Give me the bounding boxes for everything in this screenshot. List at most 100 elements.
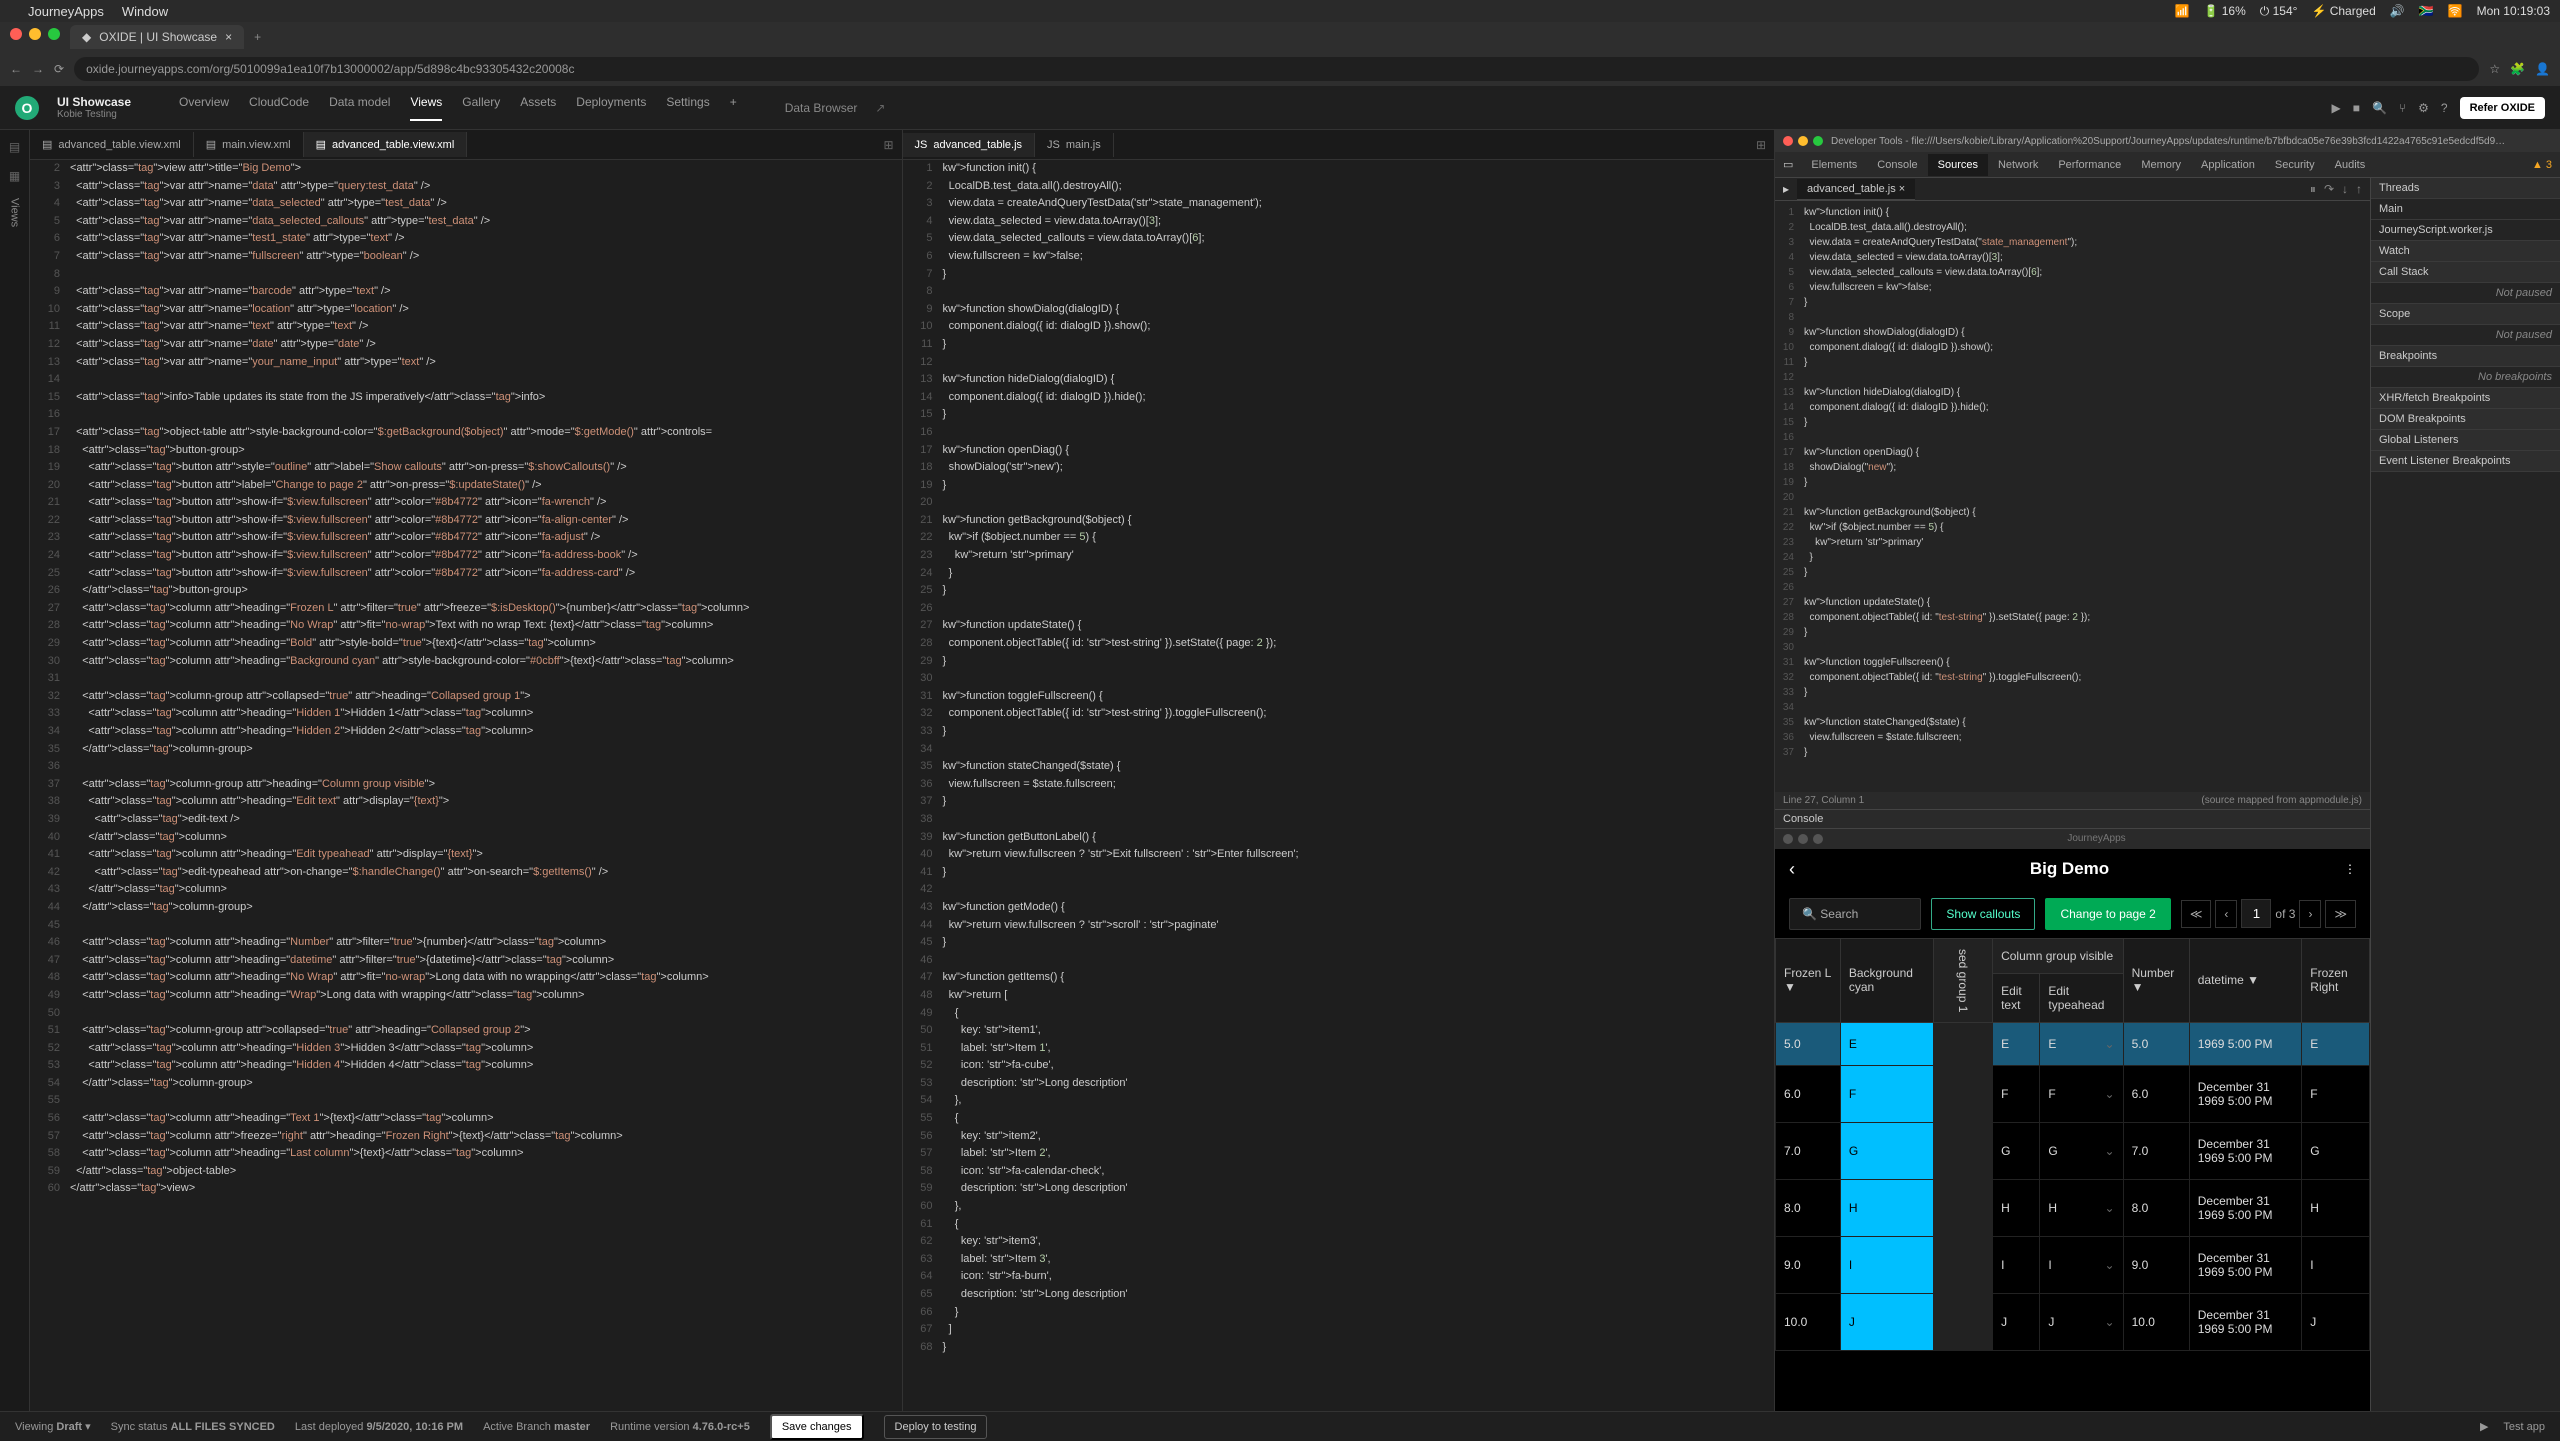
dt-tab-application[interactable]: Application: [2191, 154, 2265, 176]
thread-main[interactable]: Main: [2371, 199, 2560, 220]
app-logo-icon[interactable]: O: [15, 96, 39, 120]
next-page-icon[interactable]: ›: [2299, 900, 2321, 928]
data-table[interactable]: Frozen L ▼ Background cyan sed group 1 C…: [1775, 938, 2370, 1412]
warnings-badge[interactable]: ▲ 3: [2532, 159, 2560, 171]
filter-icon[interactable]: ▼: [2247, 973, 2259, 987]
search-icon[interactable]: 🔍: [2372, 101, 2387, 115]
save-button[interactable]: Save changes: [770, 1414, 864, 1440]
table-row[interactable]: 8.0 H H H ⌄ 8.0 December 31 1969 5:00 PM…: [1776, 1179, 2370, 1236]
dt-tab-performance[interactable]: Performance: [2048, 154, 2131, 176]
devtools-code[interactable]: 1kw">function init() {2 LocalDB.test_dat…: [1775, 201, 2370, 792]
file-tab[interactable]: ▤main.view.xml: [194, 132, 304, 157]
tab-deployments[interactable]: Deployments: [576, 95, 646, 121]
tab-views[interactable]: Views: [410, 95, 442, 121]
debug-step-icon[interactable]: ↷: [2324, 182, 2334, 197]
dt-tab-network[interactable]: Network: [1988, 154, 2048, 176]
star-icon[interactable]: ☆: [2489, 62, 2500, 76]
table-row[interactable]: 7.0 G G G ⌄ 7.0 December 31 1969 5:00 PM…: [1776, 1122, 2370, 1179]
change-page-button[interactable]: Change to page 2: [2045, 898, 2170, 930]
table-row[interactable]: 10.0 J J J ⌄ 10.0 December 31 1969 5:00 …: [1776, 1293, 2370, 1350]
page-input[interactable]: [2241, 899, 2271, 928]
col-number[interactable]: Number ▼: [2123, 938, 2189, 1022]
explorer-icon[interactable]: ▤: [9, 140, 20, 154]
dt-file-tab[interactable]: advanced_table.js ×: [1797, 179, 1915, 200]
section-event[interactable]: Event Listener Breakpoints: [2371, 451, 2560, 472]
close-tab-icon[interactable]: ×: [225, 30, 232, 44]
show-callouts-button[interactable]: Show callouts: [1931, 898, 2035, 930]
maximize-icon[interactable]: [48, 28, 60, 40]
section-dom[interactable]: DOM Breakpoints: [2371, 409, 2560, 430]
browser-tab[interactable]: ◆ OXIDE | UI Showcase ×: [70, 25, 244, 49]
play-icon[interactable]: ▶: [2331, 101, 2340, 115]
thread-worker[interactable]: JourneyScript.worker.js: [2371, 220, 2560, 241]
search-input[interactable]: 🔍 Search: [1789, 898, 1921, 930]
branch-icon[interactable]: ⑂: [2399, 101, 2406, 115]
code-editor-js[interactable]: 1kw">function init() {2 LocalDB.test_dat…: [903, 160, 1775, 1411]
col-frozen-l[interactable]: Frozen L ▼: [1776, 938, 1841, 1022]
close-icon[interactable]: ×: [1899, 183, 1905, 195]
draft-badge[interactable]: Draft: [56, 1421, 82, 1433]
code-editor-xml[interactable]: 2<attr">class="tag">view attr">title="Bi…: [30, 160, 902, 1411]
tab-gallery[interactable]: Gallery: [462, 95, 500, 121]
debug-out-icon[interactable]: ↑: [2356, 182, 2362, 197]
table-row[interactable]: 9.0 I I I ⌄ 9.0 December 31 1969 5:00 PM…: [1776, 1236, 2370, 1293]
help-icon[interactable]: ?: [2441, 101, 2448, 115]
dt-tab-console[interactable]: Console: [1867, 154, 1927, 176]
table-row[interactable]: 5.0 E E E ⌄ 5.0 1969 5:00 PM E: [1776, 1022, 2370, 1065]
split-icon[interactable]: ⊞: [1748, 138, 1774, 152]
extension-icon[interactable]: 🧩: [2510, 62, 2525, 76]
tab-overview[interactable]: Overview: [179, 95, 229, 121]
preview-close-icon[interactable]: [1783, 834, 1793, 844]
table-row[interactable]: 6.0 F F F ⌄ 6.0 December 31 1969 5:00 PM…: [1776, 1065, 2370, 1122]
prev-page-icon[interactable]: ‹: [2215, 900, 2237, 928]
col-edit-typeahead[interactable]: Edit typeahead: [2040, 973, 2123, 1022]
inspect-icon[interactable]: ▭: [1775, 158, 1801, 171]
filter-icon[interactable]: ▼: [2132, 980, 2144, 994]
window-menu[interactable]: Window: [122, 4, 168, 19]
first-page-icon[interactable]: ≪: [2181, 900, 2212, 928]
dt-tab-sources[interactable]: Sources: [1928, 154, 1988, 176]
tab-assets[interactable]: Assets: [520, 95, 556, 121]
app-menu[interactable]: JourneyApps: [28, 4, 104, 19]
minimize-icon[interactable]: [1798, 136, 1808, 146]
dt-tab-elements[interactable]: Elements: [1801, 154, 1867, 176]
minimize-icon[interactable]: [29, 28, 41, 40]
panel-icon[interactable]: ▦: [9, 169, 20, 183]
play-icon[interactable]: ▶: [2480, 1420, 2488, 1433]
split-icon[interactable]: ⊞: [875, 138, 901, 152]
last-page-icon[interactable]: ≫: [2325, 900, 2356, 928]
address-bar[interactable]: oxide.journeyapps.com/org/5010099a1ea10f…: [74, 57, 2479, 81]
preview-max-icon[interactable]: [1813, 834, 1823, 844]
col-bg-cyan[interactable]: Background cyan: [1840, 938, 1933, 1022]
tab-cloudcode[interactable]: CloudCode: [249, 95, 309, 121]
active-branch[interactable]: master: [554, 1421, 590, 1433]
debug-pause-icon[interactable]: ⏸: [2310, 182, 2316, 197]
col-frozen-right[interactable]: Frozen Right: [2302, 938, 2370, 1022]
section-breakpoints[interactable]: Breakpoints: [2371, 346, 2560, 367]
section-watch[interactable]: Watch: [2371, 241, 2560, 262]
dt-tab-audits[interactable]: Audits: [2325, 154, 2376, 176]
reload-icon[interactable]: ⟳: [54, 62, 64, 76]
section-xhr[interactable]: XHR/fetch Breakpoints: [2371, 388, 2560, 409]
deploy-button[interactable]: Deploy to testing: [884, 1415, 988, 1439]
file-tab-active[interactable]: ▤advanced_table.view.xml: [304, 132, 468, 157]
test-app-link[interactable]: Test app: [2503, 1421, 2545, 1433]
close-icon[interactable]: [10, 28, 22, 40]
refer-button[interactable]: Refer OXIDE: [2460, 97, 2545, 119]
console-drawer[interactable]: Console: [1775, 809, 2370, 828]
section-callstack[interactable]: Call Stack: [2371, 262, 2560, 283]
tab-settings[interactable]: Settings: [666, 95, 709, 121]
filter-icon[interactable]: ▼: [1784, 980, 1796, 994]
debug-in-icon[interactable]: ↓: [2342, 182, 2348, 197]
file-tab-active[interactable]: JSadvanced_table.js: [903, 133, 1036, 157]
new-tab-icon[interactable]: +: [244, 30, 271, 44]
col-datetime[interactable]: datetime ▼: [2189, 938, 2302, 1022]
menu-icon[interactable]: ⋮: [2344, 862, 2356, 876]
sources-nav-icon[interactable]: ▸: [1775, 178, 1797, 200]
file-tab[interactable]: JSmain.js: [1035, 133, 1114, 157]
dt-tab-memory[interactable]: Memory: [2131, 154, 2191, 176]
close-icon[interactable]: [1783, 136, 1793, 146]
section-global[interactable]: Global Listeners: [2371, 430, 2560, 451]
stop-icon[interactable]: ■: [2353, 101, 2360, 115]
collapsed-group-1[interactable]: sed group 1: [1934, 938, 1993, 1022]
